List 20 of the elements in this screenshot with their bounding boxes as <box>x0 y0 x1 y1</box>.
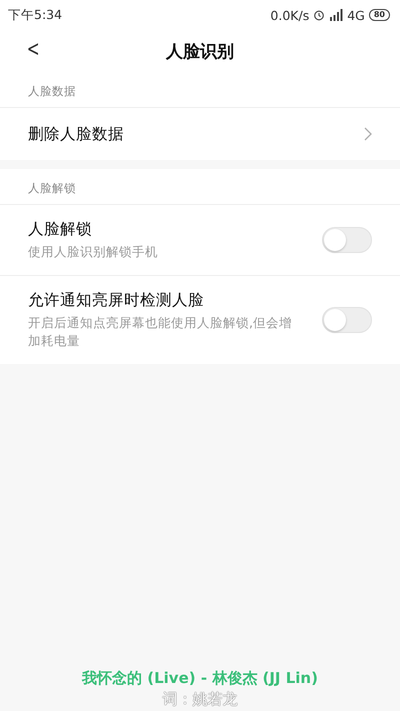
chevron-icon <box>364 127 372 141</box>
row-description: 开启后通知点亮屏幕也能使用人脸解锁,但会增加耗电量 <box>28 314 293 350</box>
battery-icon: 80 <box>368 9 390 21</box>
status-time: 下午5:34 <box>8 6 62 24</box>
row-title[interactable]: 删除人脸数据 <box>28 124 124 144</box>
network-type: 4G <box>347 8 365 22</box>
page-title: 人脸识别 <box>166 40 234 62</box>
toggle-switch[interactable] <box>322 307 372 334</box>
lyrics-credit: 词：姚若龙 <box>162 690 238 709</box>
section-label: 人脸数据 <box>27 83 77 100</box>
back-button[interactable]: < <box>22 37 44 62</box>
section-label: 人脸解锁 <box>27 180 77 197</box>
network-speed: 0.0K/s <box>270 8 310 22</box>
toggle-switch[interactable] <box>322 227 372 254</box>
row-title: 允许通知亮屏时检测人脸 <box>28 290 205 312</box>
row-description: 使用人脸识别解锁手机 <box>28 243 158 261</box>
row-title: 人脸解锁 <box>28 219 93 240</box>
alarm-icon <box>313 9 326 21</box>
signal-icon <box>329 9 344 21</box>
lyrics-line: 我怀念的 (Live) - 林俊杰 (JJ Lin) <box>82 669 318 688</box>
